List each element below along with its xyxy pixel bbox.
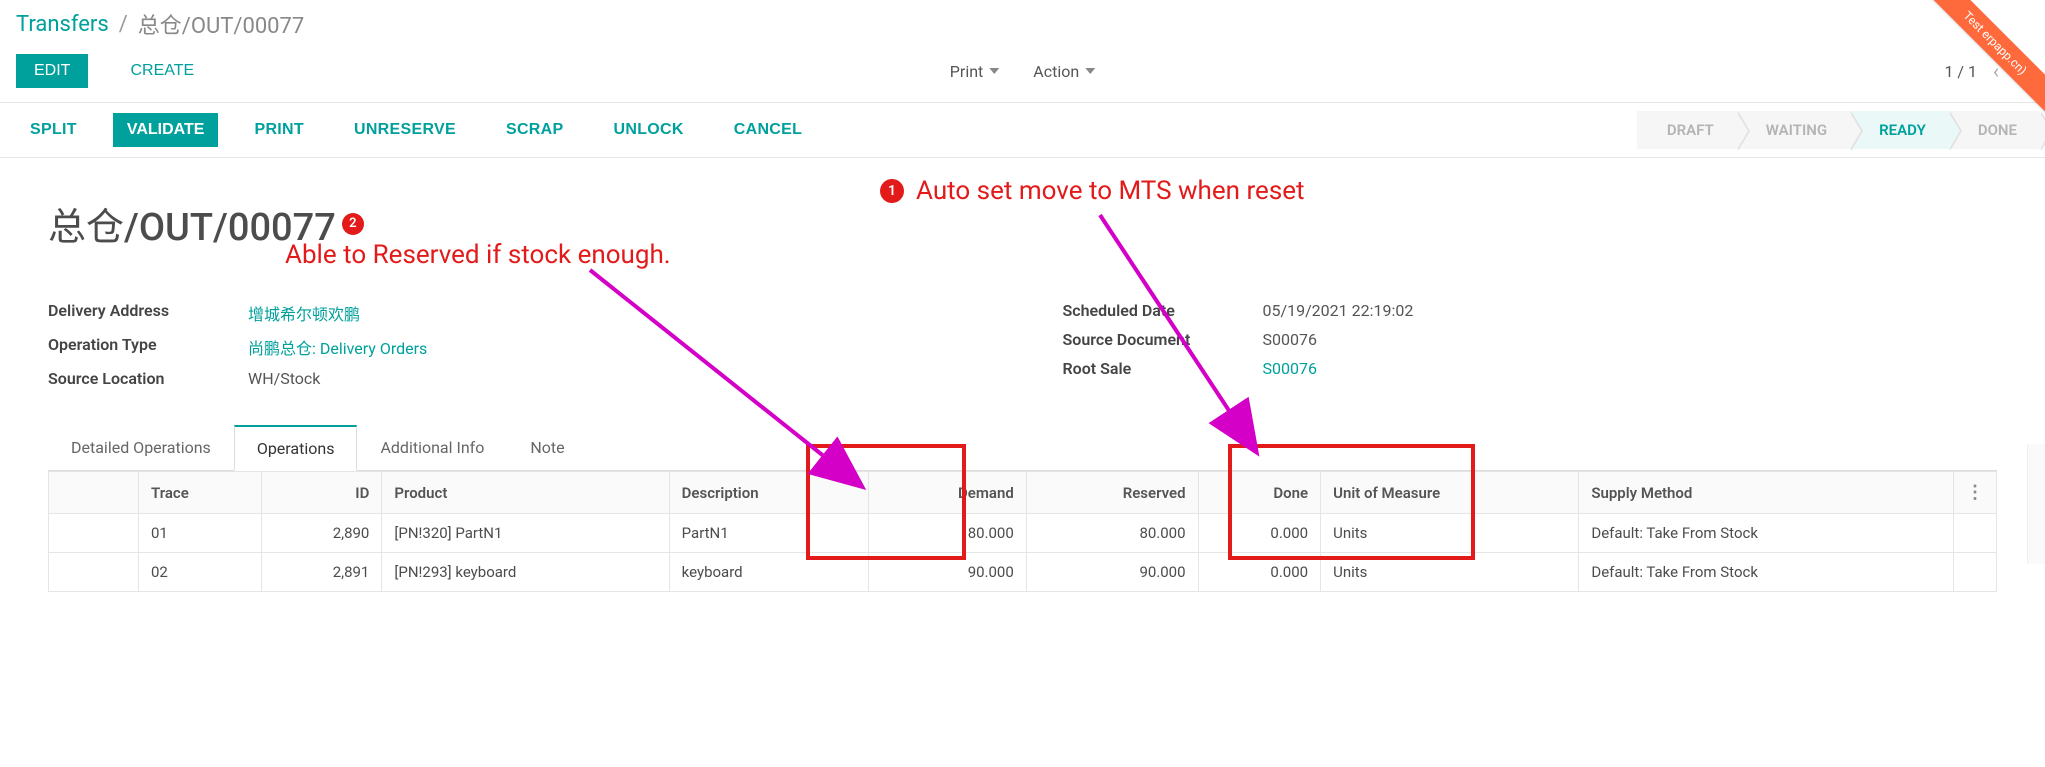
split-button[interactable]: SPLIT xyxy=(16,113,91,147)
status-ready[interactable]: READY xyxy=(1849,111,1948,149)
source-location-value: WH/Stock xyxy=(248,369,320,388)
field-label: Root Sale xyxy=(1063,359,1263,378)
validate-button[interactable]: VALIDATE xyxy=(113,113,219,147)
scroll-track[interactable] xyxy=(2027,444,2045,564)
tab-additional-info[interactable]: Additional Info xyxy=(357,425,507,471)
cell-uom: Units xyxy=(1321,553,1579,592)
cell-id: 2,891 xyxy=(261,553,382,592)
cell-uom: Units xyxy=(1321,514,1579,553)
scrap-button[interactable]: SCRAP xyxy=(492,113,578,147)
scheduled-date-value: 05/19/2021 22:19:02 xyxy=(1263,301,1414,320)
unlock-button[interactable]: UNLOCK xyxy=(599,113,697,147)
print-dropdown[interactable]: Print xyxy=(950,62,999,81)
field-label: Delivery Address xyxy=(48,301,248,325)
page-title: 总仓/OUT/00077 xyxy=(48,196,336,251)
field-label: Source Document xyxy=(1063,330,1263,349)
title-badge: 2 xyxy=(342,213,364,235)
cell-done: 0.000 xyxy=(1198,553,1321,592)
operation-type-value[interactable]: 尚鹏总仓: Delivery Orders xyxy=(248,335,427,359)
print-button[interactable]: PRINT xyxy=(240,113,318,147)
table-row[interactable]: 02 2,891 [PN!293] keyboard keyboard 90.0… xyxy=(49,553,1997,592)
cell-reserved: 80.000 xyxy=(1026,514,1198,553)
cell-done: 0.000 xyxy=(1198,514,1321,553)
create-button[interactable]: CREATE xyxy=(112,54,212,88)
delivery-address-value[interactable]: 增城希尔顿欢鹏 xyxy=(248,301,360,325)
action-label: Action xyxy=(1033,62,1079,81)
col-id[interactable]: ID xyxy=(261,472,382,514)
table-row[interactable]: 01 2,890 [PN!320] PartN1 PartN1 80.000 8… xyxy=(49,514,1997,553)
cell-product: [PN!293] keyboard xyxy=(382,553,669,592)
col-supply[interactable]: Supply Method xyxy=(1579,472,1954,514)
col-trace[interactable]: Trace xyxy=(139,472,262,514)
source-document-value: S00076 xyxy=(1263,330,1317,349)
pager-prev[interactable]: ‹ xyxy=(1989,59,2003,83)
col-kebab[interactable]: ⋮ xyxy=(1954,472,1997,514)
breadcrumb-sep: / xyxy=(119,12,128,37)
status-bar: DRAFT WAITING READY DONE xyxy=(1637,111,2039,149)
cell-description: keyboard xyxy=(669,553,868,592)
caret-down-icon xyxy=(989,68,999,74)
action-dropdown[interactable]: Action xyxy=(1033,62,1095,81)
caret-down-icon xyxy=(1085,68,1095,74)
unreserve-button[interactable]: UNRESERVE xyxy=(340,113,470,147)
cell-supply: Default: Take From Stock xyxy=(1579,553,1954,592)
col-blank xyxy=(49,472,139,514)
cell-product: [PN!320] PartN1 xyxy=(382,514,669,553)
cell-trace: 01 xyxy=(139,514,262,553)
col-reserved[interactable]: Reserved xyxy=(1026,472,1198,514)
pager-text: 1 / 1 xyxy=(1944,62,1977,81)
col-product[interactable]: Product xyxy=(382,472,669,514)
print-label: Print xyxy=(950,62,983,81)
cell-id: 2,890 xyxy=(261,514,382,553)
field-label: Source Location xyxy=(48,369,248,388)
cell-reserved: 90.000 xyxy=(1026,553,1198,592)
status-draft[interactable]: DRAFT xyxy=(1637,111,1736,149)
status-waiting[interactable]: WAITING xyxy=(1736,111,1849,149)
tab-operations[interactable]: Operations xyxy=(234,425,358,471)
breadcrumb: Transfers / 总仓/OUT/00077 xyxy=(16,8,304,40)
field-label: Scheduled Date xyxy=(1063,301,1263,320)
tab-note[interactable]: Note xyxy=(507,425,587,471)
edit-button[interactable]: EDIT xyxy=(16,54,88,88)
cell-demand: 90.000 xyxy=(868,553,1026,592)
col-done[interactable]: Done xyxy=(1198,472,1321,514)
cell-demand: 80.000 xyxy=(868,514,1026,553)
breadcrumb-root[interactable]: Transfers xyxy=(16,12,109,37)
operations-table: Trace ID Product Description Demand Rese… xyxy=(48,471,1997,592)
cancel-button[interactable]: CANCEL xyxy=(720,113,816,147)
table-header-row: Trace ID Product Description Demand Rese… xyxy=(49,472,1997,514)
col-uom[interactable]: Unit of Measure xyxy=(1321,472,1579,514)
pager-next[interactable]: › xyxy=(2015,59,2029,83)
col-description[interactable]: Description xyxy=(669,472,868,514)
root-sale-value[interactable]: S00076 xyxy=(1263,359,1317,378)
cell-description: PartN1 xyxy=(669,514,868,553)
cell-trace: 02 xyxy=(139,553,262,592)
tab-detailed-operations[interactable]: Detailed Operations xyxy=(48,425,234,471)
field-label: Operation Type xyxy=(48,335,248,359)
col-demand[interactable]: Demand xyxy=(868,472,1026,514)
breadcrumb-current: 总仓/OUT/00077 xyxy=(138,8,305,40)
cell-supply: Default: Take From Stock xyxy=(1579,514,1954,553)
